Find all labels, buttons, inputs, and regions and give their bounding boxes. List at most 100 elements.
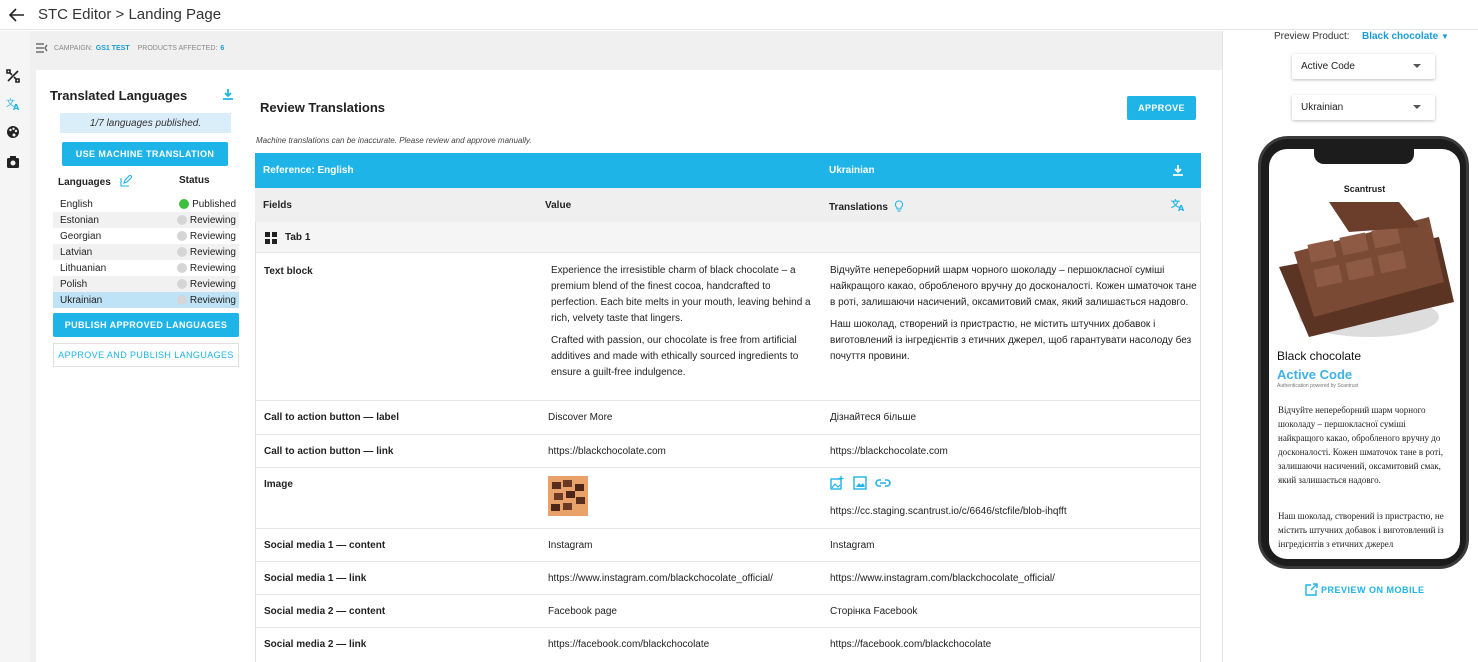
screen-paragraph: Наш шоколад, створений із пристрастю, не…: [1278, 511, 1444, 549]
reviewing-status-dot: [176, 263, 187, 273]
link-icon[interactable]: [874, 476, 891, 490]
table-language-header: Reference: English Ukrainian: [255, 153, 1201, 188]
caret-down-icon: [1413, 64, 1421, 68]
tab-section-header: Tab 1: [256, 222, 1200, 253]
preview-product-dropdown[interactable]: Black chocolate ▼: [1362, 31, 1449, 42]
published-count-note: 1/7 languages published.: [60, 113, 231, 133]
campaign-value: GS1 TEST: [95, 44, 130, 52]
edit-icon[interactable]: [120, 174, 133, 187]
preview-panel: Preview Product: Black chocolate ▼ Activ…: [1222, 31, 1478, 662]
panel-title: Translated Languages: [50, 88, 188, 103]
language-select[interactable]: Ukrainian: [1292, 95, 1435, 120]
grid-icon: [265, 232, 277, 244]
table-row: Text block Experience the irresistible c…: [256, 253, 1200, 401]
page-title: STC Editor > Landing Page: [38, 6, 222, 23]
translate-icon[interactable]: 文A: [4, 95, 22, 113]
translation-text[interactable]: https://blackchocolate.com: [830, 446, 948, 457]
translation-text[interactable]: Instagram: [830, 540, 874, 551]
reviewing-status-dot: [176, 279, 187, 289]
top-bar: STC Editor > Landing Page: [0, 0, 1478, 30]
fields-column-header: Fields: [263, 200, 292, 211]
language-row-english[interactable]: English Published: [53, 196, 239, 212]
translation-text[interactable]: https://facebook.com/blackchocolate: [830, 639, 991, 650]
screen-paragraph: Відчуйте непереборний шарм чорного шокол…: [1278, 405, 1443, 485]
language-row-polish[interactable]: Polish Reviewing: [53, 276, 239, 292]
translate-icon[interactable]: 文A: [1171, 198, 1186, 212]
product-image: [1269, 197, 1460, 342]
publish-approved-languages-button[interactable]: PUBLISH APPROVED LANGUAGES: [53, 313, 239, 337]
code-type-select[interactable]: Active Code: [1292, 54, 1435, 79]
target-language-label: Ukrainian: [829, 165, 875, 176]
translation-text[interactable]: Сторінка Facebook: [830, 606, 917, 617]
table-row: Call to action button — link https://bla…: [256, 435, 1200, 468]
phone-screen: Scantrust Black chocolate Active Code Au…: [1269, 149, 1460, 559]
download-button[interactable]: [222, 88, 234, 106]
download-icon: [223, 89, 233, 100]
products-label: PRODUCTS AFFECTED:: [137, 44, 218, 52]
caret-down-icon: ▼: [1440, 32, 1449, 41]
translation-text[interactable]: https://cc.staging.scantrust.io/c/6646/s…: [830, 506, 1067, 517]
products-value: 6: [220, 44, 225, 52]
language-row-lithuanian[interactable]: Lithuanian Reviewing: [53, 260, 239, 276]
language-row-estonian[interactable]: Estonian Reviewing: [53, 212, 239, 228]
screen-code-type: Active Code: [1277, 367, 1353, 382]
camera-icon[interactable]: [4, 153, 22, 171]
menu-collapse-icon[interactable]: [36, 43, 48, 53]
use-machine-translation-button[interactable]: USE MACHINE TRANSLATION: [62, 142, 228, 166]
palette-icon[interactable]: [4, 123, 22, 141]
languages-header: Languages: [58, 174, 133, 188]
published-status-dot: [179, 199, 190, 209]
svg-text:A: A: [1178, 204, 1185, 212]
reviewing-status-dot: [176, 247, 187, 257]
translations-column-header: Translations: [829, 200, 904, 213]
preview-product-label: Preview Product:: [1274, 31, 1350, 42]
table-row: Social media 2 — link https://facebook.c…: [264, 639, 992, 650]
translations-table: Tab 1 Text block Experience the irresist…: [255, 222, 1201, 662]
review-translations-panel: Review Translations APPROVE Machine tran…: [246, 70, 1222, 662]
screen-brand: Scantrust: [1343, 184, 1386, 194]
table-row: Social media 1 — link https://www.instag…: [256, 562, 1200, 595]
translated-languages-panel: Translated Languages 1/7 languages publi…: [36, 70, 246, 662]
campaign-bar: CAMPAIGN: GS1 TEST PRODUCTS AFFECTED: 6: [30, 31, 1222, 65]
review-title: Review Translations: [260, 100, 385, 115]
image-icon[interactable]: [853, 476, 867, 490]
reference-language-label: Reference: English: [263, 165, 354, 176]
table-row: Social media 1 — content Instagram Insta…: [256, 529, 1200, 562]
table-column-header: Fields Value Translations 文A: [255, 188, 1201, 222]
screen-product-name: Black chocolate: [1277, 349, 1362, 363]
language-row-ukrainian[interactable]: Ukrainian Reviewing: [53, 292, 239, 308]
translation-text[interactable]: Наш шоколад, створений із пристрастю, не…: [830, 317, 1198, 365]
machine-translation-warning: Machine translations can be inaccurate. …: [256, 136, 532, 145]
translation-text[interactable]: Відчуйте непереборний шарм чорного шокол…: [830, 263, 1198, 311]
table-row: Call to action button — label Discover M…: [256, 401, 1200, 435]
svg-text:A: A: [13, 103, 20, 111]
value-text: Crafted with passion, our chocolate is f…: [551, 335, 799, 378]
back-button[interactable]: [2, 0, 32, 30]
preview-on-mobile-button[interactable]: PREVIEW ON MOBILE: [1305, 583, 1425, 596]
table-row: Image https://cc.staging.scantrust.io/c/…: [256, 468, 1200, 529]
reviewing-status-dot: [176, 231, 187, 241]
download-icon[interactable]: [1172, 164, 1184, 177]
language-row-georgian[interactable]: Georgian Reviewing: [53, 228, 239, 244]
translation-text[interactable]: Дізнайтеся більше: [830, 412, 916, 423]
arrow-left-icon: [9, 7, 24, 22]
table-row: Social media 2 — content Facebook page С…: [256, 595, 1200, 628]
open-external-icon: [1305, 583, 1318, 596]
screen-auth-note: Authentication powered by Scantrust: [1277, 383, 1359, 389]
phone-notch: [1314, 149, 1414, 164]
field-label: Text block: [264, 266, 313, 277]
campaign-label: CAMPAIGN:: [54, 44, 93, 52]
add-image-icon[interactable]: [830, 476, 844, 490]
approve-and-publish-languages-button[interactable]: APPROVE AND PUBLISH LANGUAGES: [53, 343, 239, 367]
language-row-latvian[interactable]: Latvian Reviewing: [53, 244, 239, 260]
approve-button[interactable]: APPROVE: [1127, 96, 1196, 120]
lightbulb-icon[interactable]: [894, 200, 904, 212]
value-column-header: Value: [545, 200, 572, 211]
translation-text[interactable]: https://www.instagram.com/blackchocolate…: [830, 573, 1055, 584]
tab-label: Tab 1: [285, 232, 311, 243]
reviewing-status-dot: [176, 215, 187, 225]
image-thumbnail: [548, 476, 588, 519]
reviewing-status-dot: [176, 295, 187, 305]
tools-icon[interactable]: [4, 67, 22, 85]
value-text: Experience the irresistible charm of bla…: [551, 265, 811, 324]
